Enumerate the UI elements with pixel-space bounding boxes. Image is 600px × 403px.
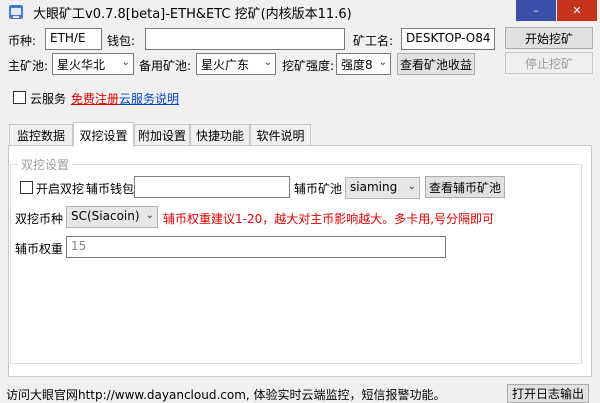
coin-select[interactable]: ETH/E — [45, 28, 102, 50]
enable-dual-mining-checkbox[interactable] — [20, 181, 33, 194]
cloud-service-label: 云服务 — [30, 92, 67, 106]
sub-weight-input[interactable]: 15 — [66, 236, 446, 258]
tab-about[interactable]: 软件说明 — [250, 124, 311, 146]
chevron-down-icon: ⌄ — [407, 181, 416, 192]
main-pool-select[interactable]: 星火华北 ⌄ — [52, 53, 134, 75]
check-sub-pool-button[interactable]: 查看辅币矿池 — [425, 176, 505, 198]
dual-mining-group-title: 双挖设置 — [18, 156, 73, 173]
main-pool-value: 星火华北 — [57, 58, 106, 72]
tab-shortcuts[interactable]: 快捷功能 — [190, 124, 250, 146]
minimize-button[interactable]: – — [516, 0, 556, 21]
check-pool-earnings-button[interactable]: 查看矿池收益 — [397, 53, 475, 75]
sub-pool-select[interactable]: siaming ⌄ — [345, 177, 420, 199]
app-icon — [9, 5, 23, 19]
open-log-button[interactable]: 打开日志输出 — [507, 384, 589, 403]
wallet-input[interactable] — [145, 28, 345, 50]
tab-dual-mining[interactable]: 双挖设置 — [73, 122, 134, 147]
cloud-service-checkbox[interactable] — [13, 91, 26, 104]
sub-pool-label: 辅币矿池 — [294, 182, 343, 196]
backup-pool-value: 星火广东 — [201, 58, 250, 72]
chevron-down-icon: ⌄ — [121, 57, 130, 68]
title-bar: 大眼矿工v0.7.8[beta]-ETH&ETC 挖矿(内核版本11.6) – … — [0, 0, 600, 24]
dual-coin-value: SC(Siacoin) — [71, 209, 140, 223]
stop-mining-button[interactable]: 停止挖矿 — [505, 52, 593, 74]
sub-wallet-input[interactable] — [134, 176, 290, 198]
worker-name-input[interactable]: DESKTOP-O84 — [401, 28, 495, 50]
close-button[interactable]: ✕ — [557, 0, 597, 21]
dual-coin-select[interactable]: SC(Siacoin) ⌄ — [66, 206, 158, 228]
wallet-label: 钱包: — [107, 34, 136, 48]
chevron-down-icon: ⌄ — [378, 57, 387, 68]
close-icon: ✕ — [572, 4, 582, 17]
start-mining-button[interactable]: 开始挖矿 — [505, 27, 593, 49]
status-text: 访问大眼官网http://www.dayancloud.com, 体验实时云端监… — [6, 388, 446, 402]
chevron-down-icon: ⌄ — [145, 210, 154, 221]
sub-weight-label: 辅币权重 — [15, 242, 64, 256]
backup-pool-label: 备用矿池: — [139, 59, 192, 73]
free-register-link[interactable]: 免费注册 — [71, 90, 119, 107]
enable-dual-mining-label: 开启双挖 — [36, 182, 85, 196]
dual-coin-label: 双挖币种 — [15, 212, 64, 226]
backup-pool-select[interactable]: 星火广东 ⌄ — [196, 53, 276, 75]
intensity-select[interactable]: 强度8 ⌄ — [336, 53, 391, 75]
intensity-label: 挖矿强度: — [282, 59, 335, 73]
tab-extra-settings[interactable]: 附加设置 — [134, 124, 190, 146]
window-title: 大眼矿工v0.7.8[beta]-ETH&ETC 挖矿(内核版本11.6) — [33, 7, 352, 22]
sub-wallet-label: 辅币钱包 — [86, 182, 135, 196]
weight-hint-text: 辅币权重建议1-20，越大对主币影响越大。多卡用,号分隔即可 — [163, 212, 495, 226]
minimize-icon: – — [533, 4, 539, 17]
coin-label: 币种: — [8, 34, 37, 48]
tab-monitor[interactable]: 监控数据 — [9, 124, 73, 146]
intensity-value: 强度8 — [341, 58, 373, 72]
cloud-help-link[interactable]: 云服务说明 — [119, 90, 179, 107]
sub-pool-value: siaming — [350, 180, 398, 194]
main-pool-label: 主矿池: — [8, 59, 49, 73]
chevron-down-icon: ⌄ — [263, 57, 272, 68]
coin-select-value: ETH/E — [50, 31, 86, 45]
worker-label: 矿工名: — [353, 34, 394, 48]
